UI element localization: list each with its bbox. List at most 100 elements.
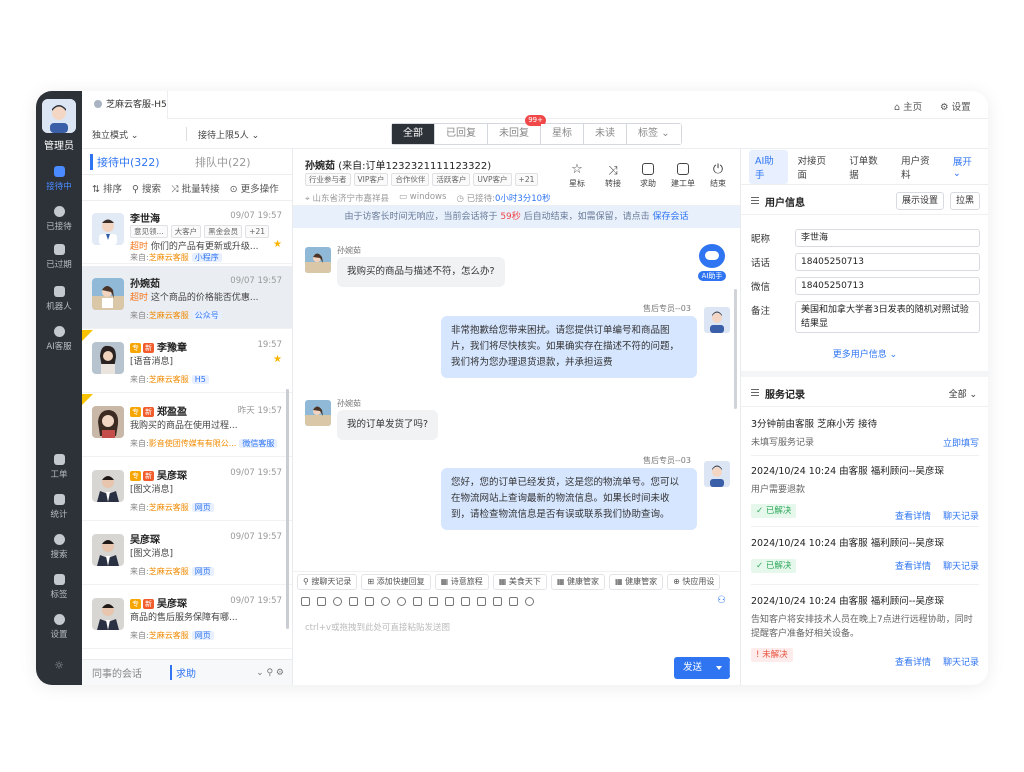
tab-docking-page[interactable]: 对接页面	[791, 150, 840, 184]
more-actions-button[interactable]: ⊙ 更多操作	[230, 181, 279, 195]
app-tab[interactable]: 芝麻云客服-H5	[82, 91, 168, 119]
blacklist-button[interactable]: 拉黑	[950, 192, 981, 210]
more-user-info-link[interactable]: 更多用户信息 ⌄	[741, 347, 988, 360]
theme-toggle[interactable]: ☼	[36, 659, 82, 672]
colleague-sessions-tab[interactable]: 同事的会话	[92, 665, 142, 680]
image-icon[interactable]	[301, 597, 310, 606]
card-icon[interactable]	[477, 597, 486, 606]
sort-button[interactable]: ⇅ 排序	[92, 181, 122, 195]
nav-item-serving[interactable]: 接待中	[36, 166, 82, 192]
tab-queue[interactable]: 排队中(22)	[195, 154, 251, 170]
sticker-icon[interactable]	[397, 597, 406, 606]
nickname-field[interactable]: 李世海	[795, 229, 980, 247]
view-detail-link[interactable]: 查看详情	[895, 559, 931, 572]
tab-user-profile[interactable]: 用户资料	[895, 150, 944, 184]
help-tab[interactable]: 求助	[170, 665, 196, 680]
nav-item-tags[interactable]: 标签	[36, 574, 82, 600]
list-scrollbar[interactable]	[286, 389, 289, 629]
star-icon[interactable]: ★	[273, 354, 282, 365]
record-filter-select[interactable]: 全部 ⌄	[949, 387, 977, 400]
nav-item-served[interactable]: 已接待	[36, 206, 82, 232]
display-settings-button[interactable]: 展示设置	[896, 192, 945, 210]
mail-icon[interactable]	[509, 597, 518, 606]
nav-item-robot[interactable]: 机器人	[36, 286, 82, 312]
nav-item-settings[interactable]: 设置	[36, 614, 82, 640]
chevron-down-icon[interactable]	[716, 666, 722, 670]
nav-item-expired[interactable]: 已过期	[36, 244, 82, 270]
seg-starred[interactable]: 星标	[541, 124, 584, 144]
settings-link[interactable]: ⚙ 设置	[940, 99, 971, 113]
nav-item-ai[interactable]: AI客服	[36, 326, 82, 352]
search-button[interactable]: ⚲ 搜索	[132, 181, 161, 195]
chat-history-link[interactable]: 聊天记录	[943, 509, 979, 522]
file-icon[interactable]	[317, 597, 326, 606]
list-item[interactable]: 专新吴彦琛 09/07 19:57 [图文消息] 来自:芝麻云客服 网页	[82, 458, 292, 521]
upload-icon[interactable]	[429, 597, 438, 606]
list-item[interactable]: 专新吴彦琛 09/07 19:57 商品的售后服务保障有哪... 来自:芝麻云客…	[82, 586, 292, 649]
create-ticket-button[interactable]: 建工单	[666, 163, 700, 189]
list-item[interactable]: 李世海 09/07 19:57 意见领... 大客户 黑金会员 +21 超时 你…	[82, 201, 292, 264]
tab-serving[interactable]: 接待中(322)	[90, 153, 195, 170]
tab-ai-assistant[interactable]: AI助手	[749, 149, 789, 184]
home-link[interactable]: ⌂ 主页	[894, 99, 922, 113]
chat-scrollbar[interactable]	[734, 289, 737, 409]
list-item[interactable]: 专新郑盈盈 昨天 19:57 我购买的商品在使用过程... 来自:影音使团传媒有…	[82, 394, 292, 457]
seg-all[interactable]: 全部	[392, 124, 435, 144]
scissors-icon[interactable]	[349, 597, 358, 606]
nav-item-search[interactable]: 搜索	[36, 534, 82, 560]
avatar[interactable]	[42, 99, 76, 133]
phone-field[interactable]: 18405250713	[795, 253, 980, 271]
quick-reply-chip[interactable]: ▦ 健康管家	[550, 573, 605, 590]
quick-reply-chip[interactable]: ▦ 美食天下	[492, 573, 547, 590]
expand-button[interactable]: 展开 ⌄	[947, 151, 988, 182]
source-line: 来自:芝麻云客服 网页	[130, 630, 214, 641]
seg-unreplied[interactable]: 未回复 99+	[488, 115, 546, 144]
source-line: 来自:芝麻云客服 小程序	[130, 252, 222, 263]
list-item[interactable]: 孙婉茹 09/07 19:57 超时 这个商品的价格能否优惠... 来自:芝麻云…	[82, 266, 292, 329]
document-icon[interactable]	[461, 597, 470, 606]
seg-unread[interactable]: 未读	[584, 124, 627, 144]
message-input[interactable]: ctrl+v或拖拽到此处可直接粘贴发送图	[305, 621, 450, 633]
fill-record-link[interactable]: 立即填写	[943, 436, 979, 449]
nav-item-ticket[interactable]: 工单	[36, 454, 82, 480]
contact-icon[interactable]: ⚇	[717, 595, 726, 606]
plus-box-icon[interactable]	[445, 597, 454, 606]
transfer-button[interactable]: ⤨ 转接	[596, 163, 630, 189]
nav-item-stats[interactable]: 统计	[36, 494, 82, 520]
view-detail-link[interactable]: 查看详情	[895, 655, 931, 668]
customer-tags: 意见领... 大客户 黑金会员 +21	[130, 225, 269, 238]
seg-tags[interactable]: 标签 ⌄	[627, 124, 681, 144]
mode-select[interactable]: 独立模式 ⌄	[92, 128, 138, 141]
send-button[interactable]: 发送	[674, 657, 730, 679]
view-detail-link[interactable]: 查看详情	[895, 509, 931, 522]
list-item[interactable]: 吴彦琛 09/07 19:57 [图文消息] 来自:芝麻云客服 网页	[82, 522, 292, 585]
batch-transfer-button[interactable]: ⤨ 批量转接	[171, 181, 220, 195]
emoji-icon[interactable]	[333, 597, 342, 606]
clipboard-icon[interactable]	[493, 597, 502, 606]
chat-history-link[interactable]: 聊天记录	[943, 655, 979, 668]
help-button[interactable]: 求助	[631, 163, 665, 189]
chat-history-link[interactable]: 聊天记录	[943, 559, 979, 572]
quick-reply-chip[interactable]: ⊕ 快应用设	[667, 573, 721, 590]
microphone-icon[interactable]	[525, 597, 534, 606]
tab-order-data[interactable]: 订单数据	[843, 150, 892, 184]
end-session-button[interactable]: ⏻ 结束	[701, 163, 735, 189]
seg-replied[interactable]: 已回复	[435, 124, 488, 144]
add-quick-reply-button[interactable]: ⊞ 添加快捷回复	[361, 573, 431, 590]
limit-select[interactable]: 接待上限5人 ⌄	[198, 128, 259, 141]
link-icon[interactable]	[365, 597, 374, 606]
folder-icon[interactable]	[413, 597, 422, 606]
quick-reply-chip[interactable]: ▦ 健康管家	[608, 573, 664, 590]
save-session-link[interactable]: 保存会话	[653, 212, 689, 222]
star-button[interactable]: ☆ 星标	[560, 163, 594, 189]
wechat-field[interactable]: 18405250713	[795, 277, 980, 295]
note-field[interactable]: 美国和加拿大学者3日发表的随机对照试验结果显	[795, 301, 980, 333]
record-icon[interactable]	[381, 597, 390, 606]
list-item[interactable]: 专新李豫章 19:57 [语音消息] ★ 来自:芝麻云客服 H5	[82, 330, 292, 393]
divider	[741, 371, 988, 377]
footer-tools[interactable]: ⌄ ⚲ ⚙	[256, 668, 284, 678]
search-history-button[interactable]: ⚲ 搜聊天记录	[297, 573, 358, 590]
ai-assistant-button[interactable]: AI助手	[695, 244, 729, 281]
star-icon[interactable]: ★	[273, 239, 282, 250]
quick-reply-chip[interactable]: ▦ 诗意旅程	[434, 573, 489, 590]
